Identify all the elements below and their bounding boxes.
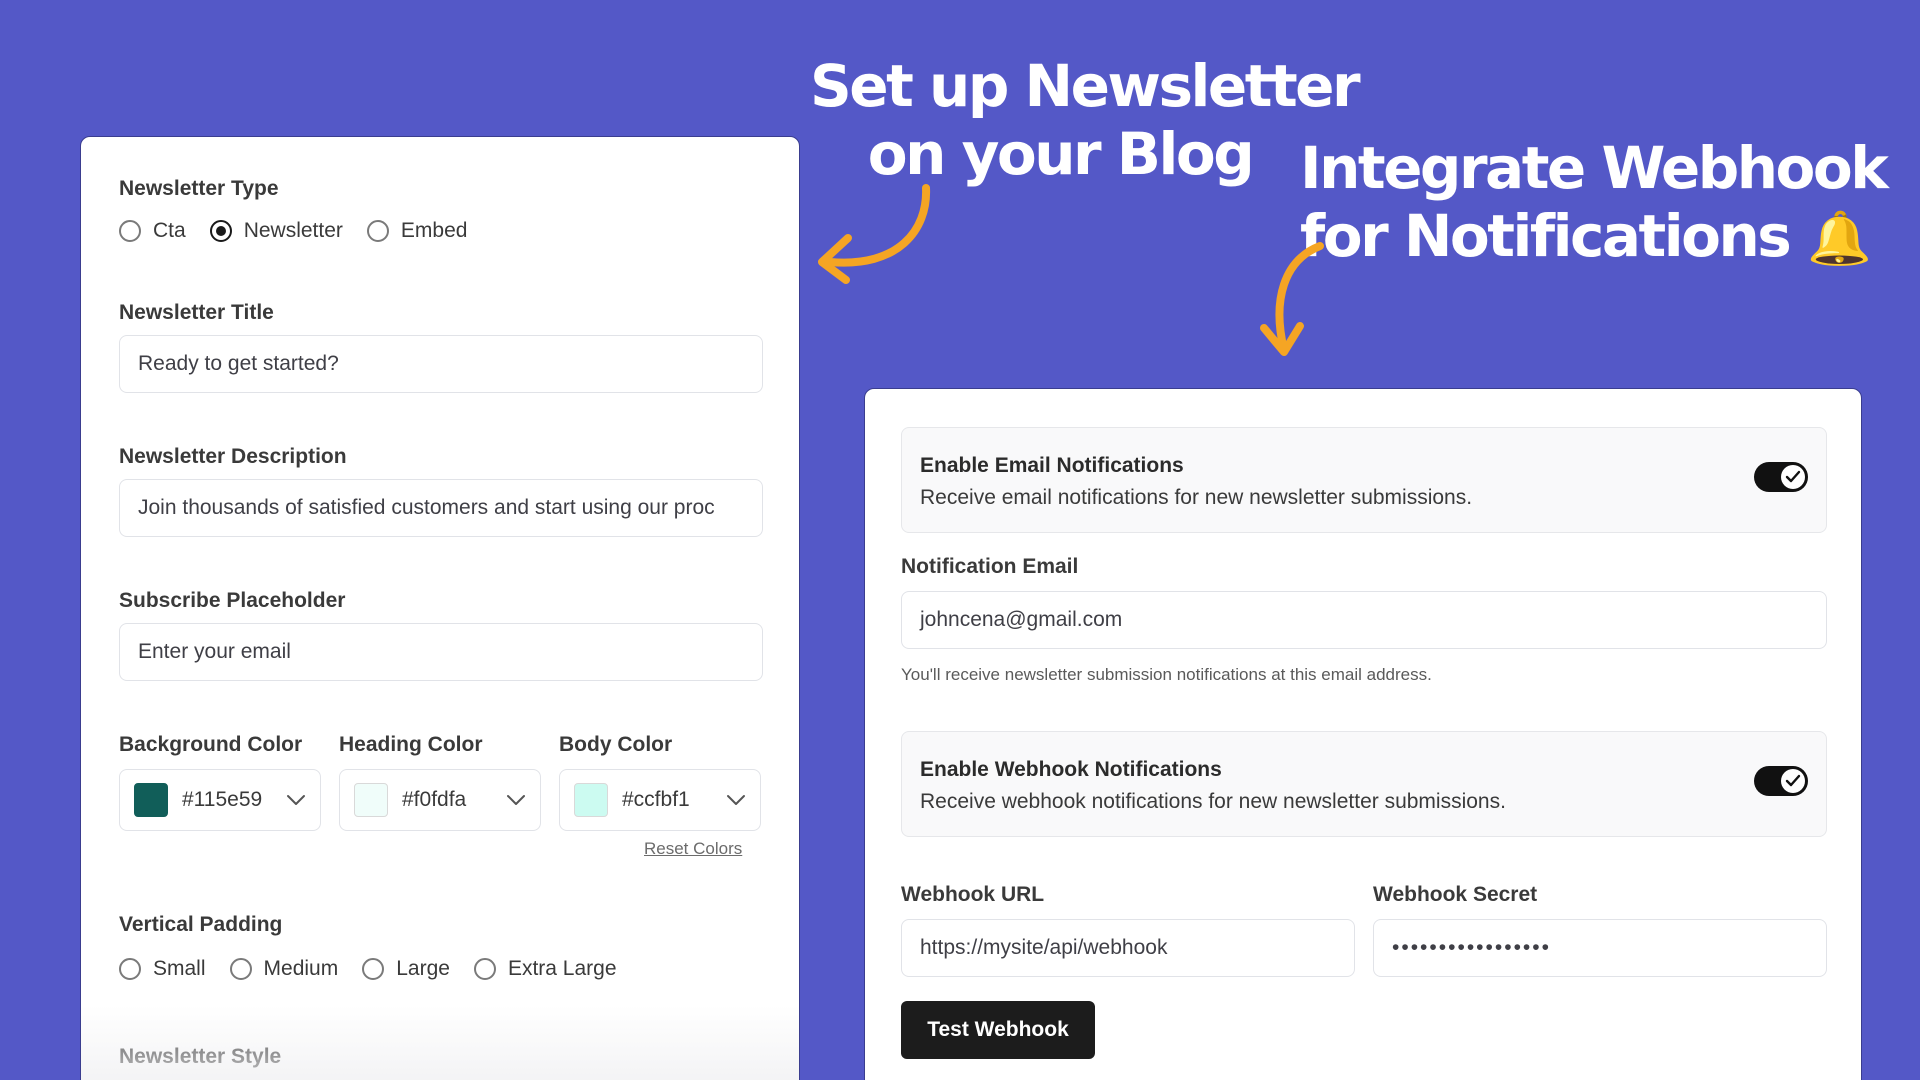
subscribe-placeholder-input[interactable]: Enter your email	[119, 623, 763, 681]
webhook-notifications-description: Receive webhook notifications for new ne…	[920, 790, 1506, 813]
email-notifications-toggle[interactable]	[1754, 462, 1808, 492]
color-value: #ccfbf1	[622, 788, 690, 811]
color-swatch	[574, 783, 608, 817]
radio-label: Small	[153, 957, 206, 980]
headline-line: on your Blog	[867, 120, 1255, 188]
webhook-notifications-card: Enable Webhook Notifications Receive web…	[901, 731, 1827, 837]
heading-color-select[interactable]: #f0fdfa	[339, 769, 541, 831]
newsletter-description-input[interactable]: Join thousands of satisfied customers an…	[119, 479, 763, 537]
radio-circle	[473, 958, 496, 980]
notification-settings-panel: Enable Email Notifications Receive email…	[864, 388, 1862, 1080]
webhook-url-label: Webhook URL	[901, 883, 1045, 906]
test-webhook-button[interactable]: Test Webhook	[901, 1001, 1095, 1059]
body-color-select[interactable]: #ccfbf1	[559, 769, 761, 831]
curved-arrow-left-icon	[818, 184, 931, 284]
radio-embed[interactable]: Embed	[366, 219, 468, 243]
headline-line-text: for Notifications	[1300, 202, 1792, 270]
newsletter-description-label: Newsletter Description	[119, 445, 347, 468]
notification-email-label: Notification Email	[901, 555, 1079, 578]
headline-integrate-webhook: Integrate Webhook for Notifications 🔔	[1300, 134, 1889, 273]
chevron-down-icon	[507, 795, 525, 805]
toggle-knob	[1781, 769, 1805, 793]
radio-label: Medium	[263, 957, 339, 980]
toggle-knob	[1781, 465, 1805, 489]
webhook-notifications-title: Enable Webhook Notifications	[920, 758, 1222, 781]
radio-small[interactable]: Small	[119, 957, 206, 981]
color-swatch	[134, 783, 168, 817]
background-color-select[interactable]: #115e59	[119, 769, 321, 831]
radio-medium[interactable]: Medium	[229, 957, 339, 981]
check-icon	[1785, 774, 1801, 787]
newsletter-type-radio-group: Cta Newsletter Embed	[119, 219, 491, 243]
color-value: #f0fdfa	[402, 788, 467, 811]
color-swatch	[354, 783, 388, 817]
radio-circle	[119, 220, 141, 242]
radio-large[interactable]: Large	[362, 957, 450, 981]
email-notifications-card: Enable Email Notifications Receive email…	[901, 427, 1827, 533]
heading-color-label: Heading Color	[339, 733, 483, 756]
radio-label: Extra Large	[507, 957, 617, 980]
newsletter-title-label: Newsletter Title	[119, 301, 274, 324]
chevron-down-icon	[287, 795, 305, 805]
radio-circle	[362, 958, 385, 980]
newsletter-type-label: Newsletter Type	[119, 177, 279, 200]
body-color-label: Body Color	[559, 733, 673, 756]
newsletter-title-input[interactable]: Ready to get started?	[119, 335, 763, 393]
radio-label: Embed	[400, 219, 468, 242]
webhook-secret-label: Webhook Secret	[1373, 883, 1538, 906]
radio-newsletter[interactable]: Newsletter	[209, 219, 343, 243]
webhook-url-input[interactable]: https://mysite/api/webhook	[901, 919, 1355, 977]
newsletter-style-label: Newsletter Style	[119, 1045, 282, 1068]
radio-circle	[366, 220, 389, 242]
newsletter-settings-panel: Newsletter Type Cta Newsletter Embed New…	[80, 136, 800, 1080]
webhook-notifications-toggle[interactable]	[1754, 766, 1808, 796]
background-color-label: Background Color	[119, 733, 303, 756]
webhook-secret-input[interactable]: •••••••••••••••••	[1373, 919, 1827, 977]
radio-label: Large	[396, 957, 450, 980]
chevron-down-icon	[727, 795, 745, 805]
radio-cta[interactable]: Cta	[119, 219, 186, 243]
radio-circle	[119, 958, 141, 980]
curved-arrow-down-icon	[1260, 242, 1324, 356]
radio-circle	[229, 958, 252, 980]
radio-label: Cta	[153, 219, 186, 242]
radio-extra-large[interactable]: Extra Large	[473, 957, 617, 981]
headline-line: Set up Newsletter	[810, 52, 1361, 120]
headline-setup-newsletter: Set up Newsletter on your Blog	[810, 52, 1361, 188]
color-value: #115e59	[182, 788, 263, 811]
check-icon	[1785, 470, 1801, 483]
notification-email-hint: You'll receive newsletter submission not…	[901, 665, 1432, 684]
email-notifications-description: Receive email notifications for new news…	[920, 486, 1473, 509]
reset-colors-link[interactable]: Reset Colors	[644, 839, 742, 859]
headline-line: Integrate Webhook	[1300, 134, 1889, 202]
subscribe-placeholder-label: Subscribe Placeholder	[119, 589, 346, 612]
bell-icon: 🔔	[1806, 209, 1872, 269]
radio-label: Newsletter	[243, 219, 343, 242]
vertical-padding-label: Vertical Padding	[119, 913, 283, 936]
vertical-padding-radio-group: Small Medium Large Extra Large	[119, 957, 641, 981]
radio-circle-selected	[209, 220, 232, 242]
headline-line: for Notifications 🔔	[1300, 202, 1872, 273]
notification-email-input[interactable]: johncena@gmail.com	[901, 591, 1827, 649]
email-notifications-title: Enable Email Notifications	[920, 454, 1184, 477]
